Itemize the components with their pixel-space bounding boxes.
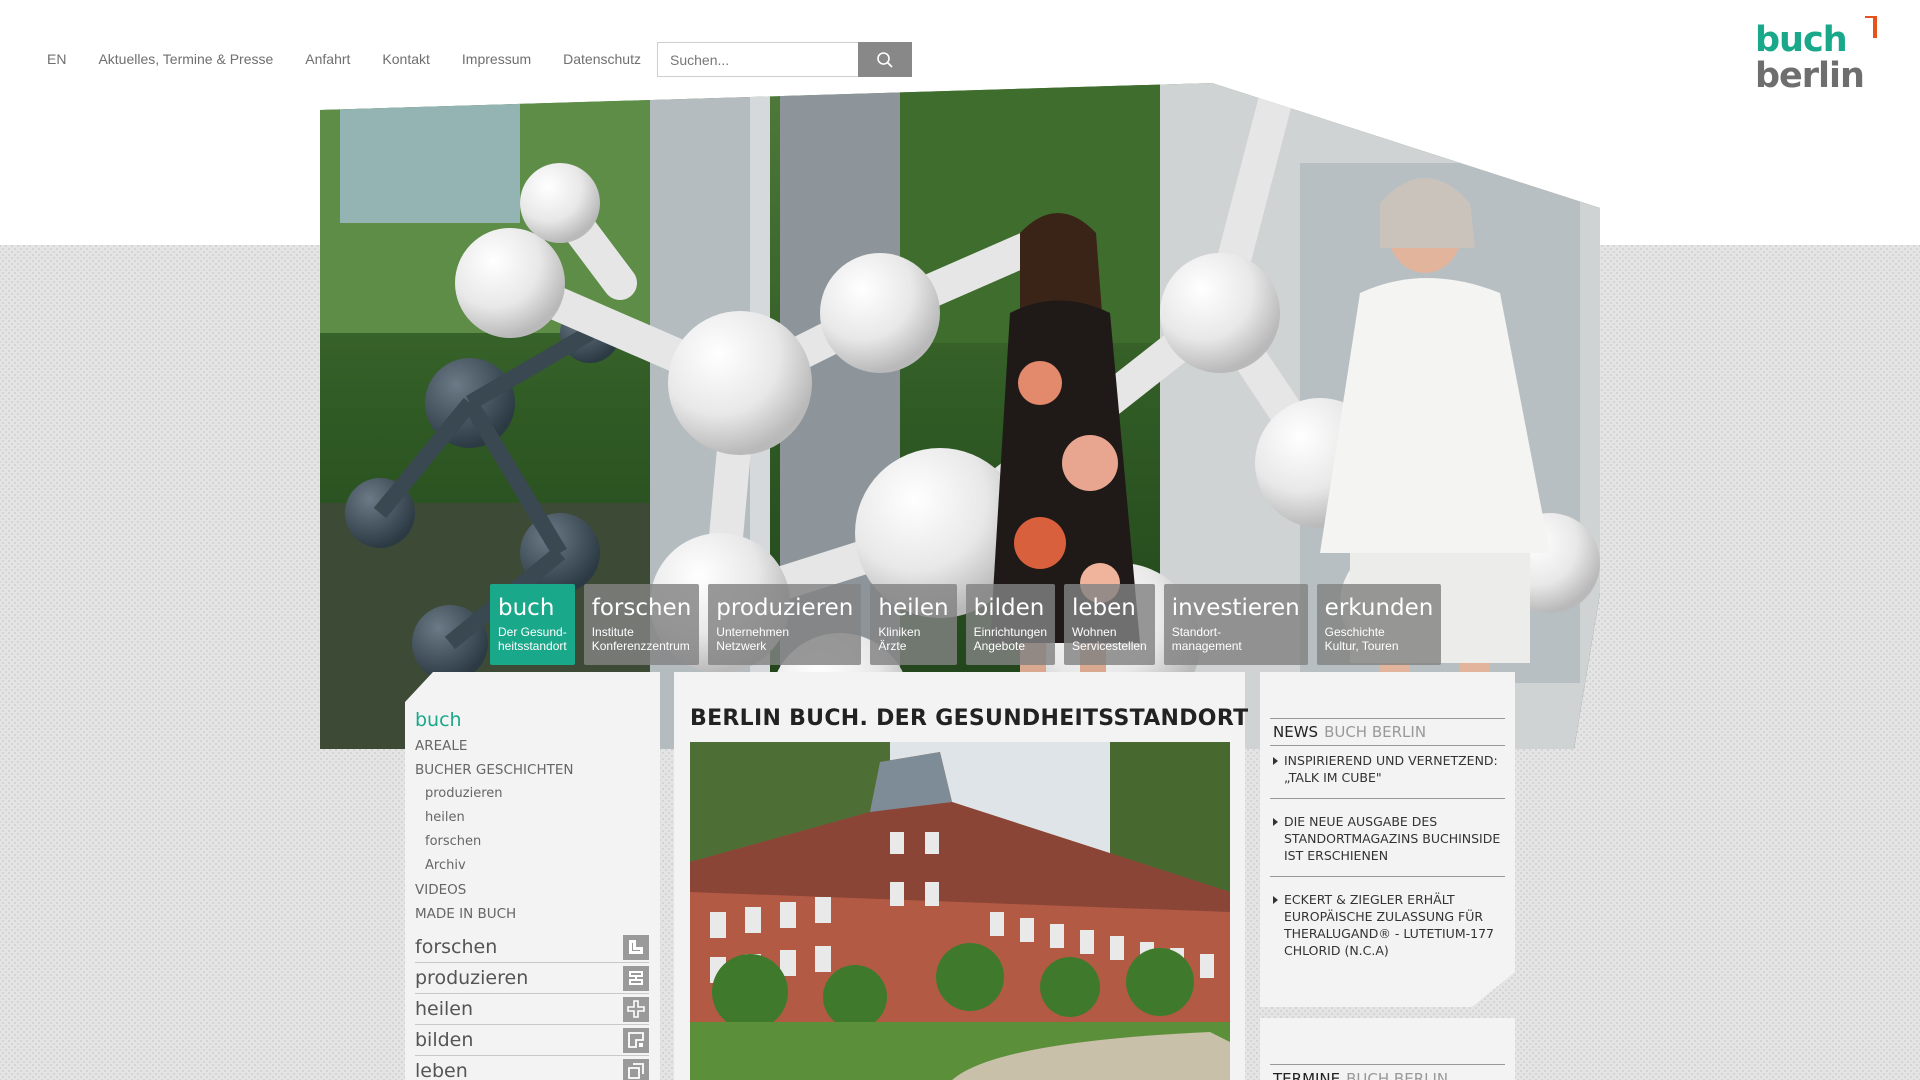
search-form: [657, 42, 912, 77]
category-title: erkunden: [1324, 595, 1434, 621]
side-menu-subitem-heilen[interactable]: heilen: [415, 806, 649, 830]
logo-text-buch: buch: [1755, 20, 1848, 60]
nav-aktuelles[interactable]: Aktuelles, Termine & Presse: [98, 51, 273, 67]
side-category-label: bilden: [415, 1029, 474, 1051]
category-title: investieren: [1171, 595, 1300, 621]
side-category-label: heilen: [415, 998, 474, 1020]
category-subtitle: Einrichtungen: [973, 625, 1048, 639]
side-menu-item-videos[interactable]: VIDEOS: [415, 878, 649, 902]
category-subtitle: Der Gesund-: [498, 625, 567, 639]
page-title: BERLIN BUCH. DER GESUNDHEITSSTANDORT: [690, 706, 1249, 731]
category-subtitle: Wohnen: [1072, 625, 1117, 639]
category-subtitle: Geschichte: [1324, 625, 1385, 639]
side-menu: buch AREALE BUCHER GESCHICHTEN produzier…: [415, 708, 649, 1080]
category-subtitle: Kliniken: [878, 625, 921, 639]
heilen-icon: [623, 996, 649, 1022]
buch-berlin-logo[interactable]: buch berlin: [1755, 16, 1877, 96]
logo-text-berlin: berlin: [1755, 56, 1865, 96]
side-menu-item-areale[interactable]: AREALE: [415, 734, 649, 758]
category-navigation: buch Der Gesund- heitsstandort forschen …: [490, 584, 1442, 665]
category-produzieren[interactable]: produzieren Unternehmen Netzwerk: [708, 584, 862, 665]
building-photo-illustration: [690, 742, 1230, 1080]
news-item[interactable]: ECKERT & ZIEGLER ERHÄLT EUROPÄISCHE ZULA…: [1270, 891, 1505, 971]
side-menu-subitem-forschen[interactable]: forschen: [415, 830, 649, 854]
category-subtitle: Standort-: [1171, 625, 1222, 639]
side-menu-subitem-produzieren[interactable]: produzieren: [415, 782, 649, 806]
termine-heading-label: TERMINE: [1273, 1069, 1341, 1080]
category-subtitle: Institute: [591, 625, 634, 639]
bilden-icon: [623, 1027, 649, 1053]
category-title: bilden: [973, 595, 1045, 621]
category-subtitle: Unternehmen: [716, 625, 789, 639]
side-category-produzieren[interactable]: produzieren: [415, 963, 649, 994]
nav-language-en[interactable]: EN: [47, 51, 66, 67]
news-heading: NEWS BUCH BERLIN: [1270, 718, 1505, 746]
side-menu-item-made-in-buch[interactable]: MADE IN BUCH: [415, 902, 649, 926]
category-leben[interactable]: leben Wohnen Servicestellen: [1064, 584, 1155, 665]
building-image: [690, 742, 1230, 1080]
search-icon: [877, 51, 893, 68]
forschen-icon: [623, 934, 649, 960]
news-item[interactable]: INSPIRIEREND UND VERNETZEND: „TALK IM CU…: [1270, 752, 1505, 799]
nav-kontakt[interactable]: Kontakt: [382, 51, 429, 67]
nav-anfahrt[interactable]: Anfahrt: [305, 51, 350, 67]
category-subtitle: management: [1171, 639, 1242, 653]
leben-icon: [623, 1058, 649, 1080]
category-subtitle: Servicestellen: [1072, 639, 1147, 653]
side-menu-heading[interactable]: buch: [415, 708, 649, 732]
category-subtitle: Angebote: [973, 639, 1026, 653]
news-list: INSPIRIEREND UND VERNETZEND: „TALK IM CU…: [1270, 752, 1505, 985]
category-forschen[interactable]: forschen Institute Konferenzzentrum: [583, 584, 700, 665]
side-menu-subitem-archiv[interactable]: Archiv: [415, 854, 649, 878]
category-title: leben: [1072, 595, 1136, 621]
category-buch[interactable]: buch Der Gesund- heitsstandort: [490, 584, 575, 665]
logo-accent-mark: [1865, 16, 1877, 38]
side-category-bilden[interactable]: bilden: [415, 1025, 649, 1056]
news-heading-sub: BUCH BERLIN: [1324, 723, 1427, 741]
termine-heading-sub: BUCH BERLIN: [1346, 1069, 1449, 1080]
side-menu-item-bucher-geschichten[interactable]: BUCHER GESCHICHTEN: [415, 758, 649, 782]
nav-datenschutz[interactable]: Datenschutz: [563, 51, 641, 67]
side-category-label: produzieren: [415, 967, 529, 989]
side-category-forschen[interactable]: forschen: [415, 932, 649, 963]
side-category-heilen[interactable]: heilen: [415, 994, 649, 1025]
nav-impressum[interactable]: Impressum: [462, 51, 531, 67]
category-investieren[interactable]: investieren Standort- management: [1163, 584, 1308, 665]
category-subtitle: Ärzte: [878, 639, 907, 653]
category-subtitle: heitsstandort: [498, 639, 567, 653]
category-subtitle: Netzwerk: [716, 639, 767, 653]
top-navigation: EN Aktuelles, Termine & Presse Anfahrt K…: [47, 48, 673, 70]
category-erkunden[interactable]: erkunden Geschichte Kultur, Touren: [1316, 584, 1442, 665]
produzieren-icon: [623, 965, 649, 991]
side-category-label: forschen: [415, 936, 498, 958]
news-item[interactable]: DIE NEUE AUSGABE DES STANDORTMAGAZINS BU…: [1270, 813, 1505, 877]
side-category-label: leben: [415, 1060, 468, 1080]
category-subtitle: Kultur, Touren: [1324, 639, 1399, 653]
category-title: produzieren: [716, 595, 854, 621]
category-subtitle: Konferenzzentrum: [591, 639, 690, 653]
search-button[interactable]: [858, 42, 912, 77]
search-input[interactable]: [657, 42, 858, 77]
category-title: heilen: [878, 595, 949, 621]
category-heilen[interactable]: heilen Kliniken Ärzte: [870, 584, 957, 665]
category-bilden[interactable]: bilden Einrichtungen Angebote: [965, 584, 1056, 665]
side-category-leben[interactable]: leben: [415, 1056, 649, 1080]
category-title: forschen: [591, 595, 692, 621]
news-heading-label: NEWS: [1273, 723, 1319, 741]
termine-heading: TERMINE BUCH BERLIN: [1270, 1064, 1505, 1080]
category-title: buch: [498, 595, 555, 621]
